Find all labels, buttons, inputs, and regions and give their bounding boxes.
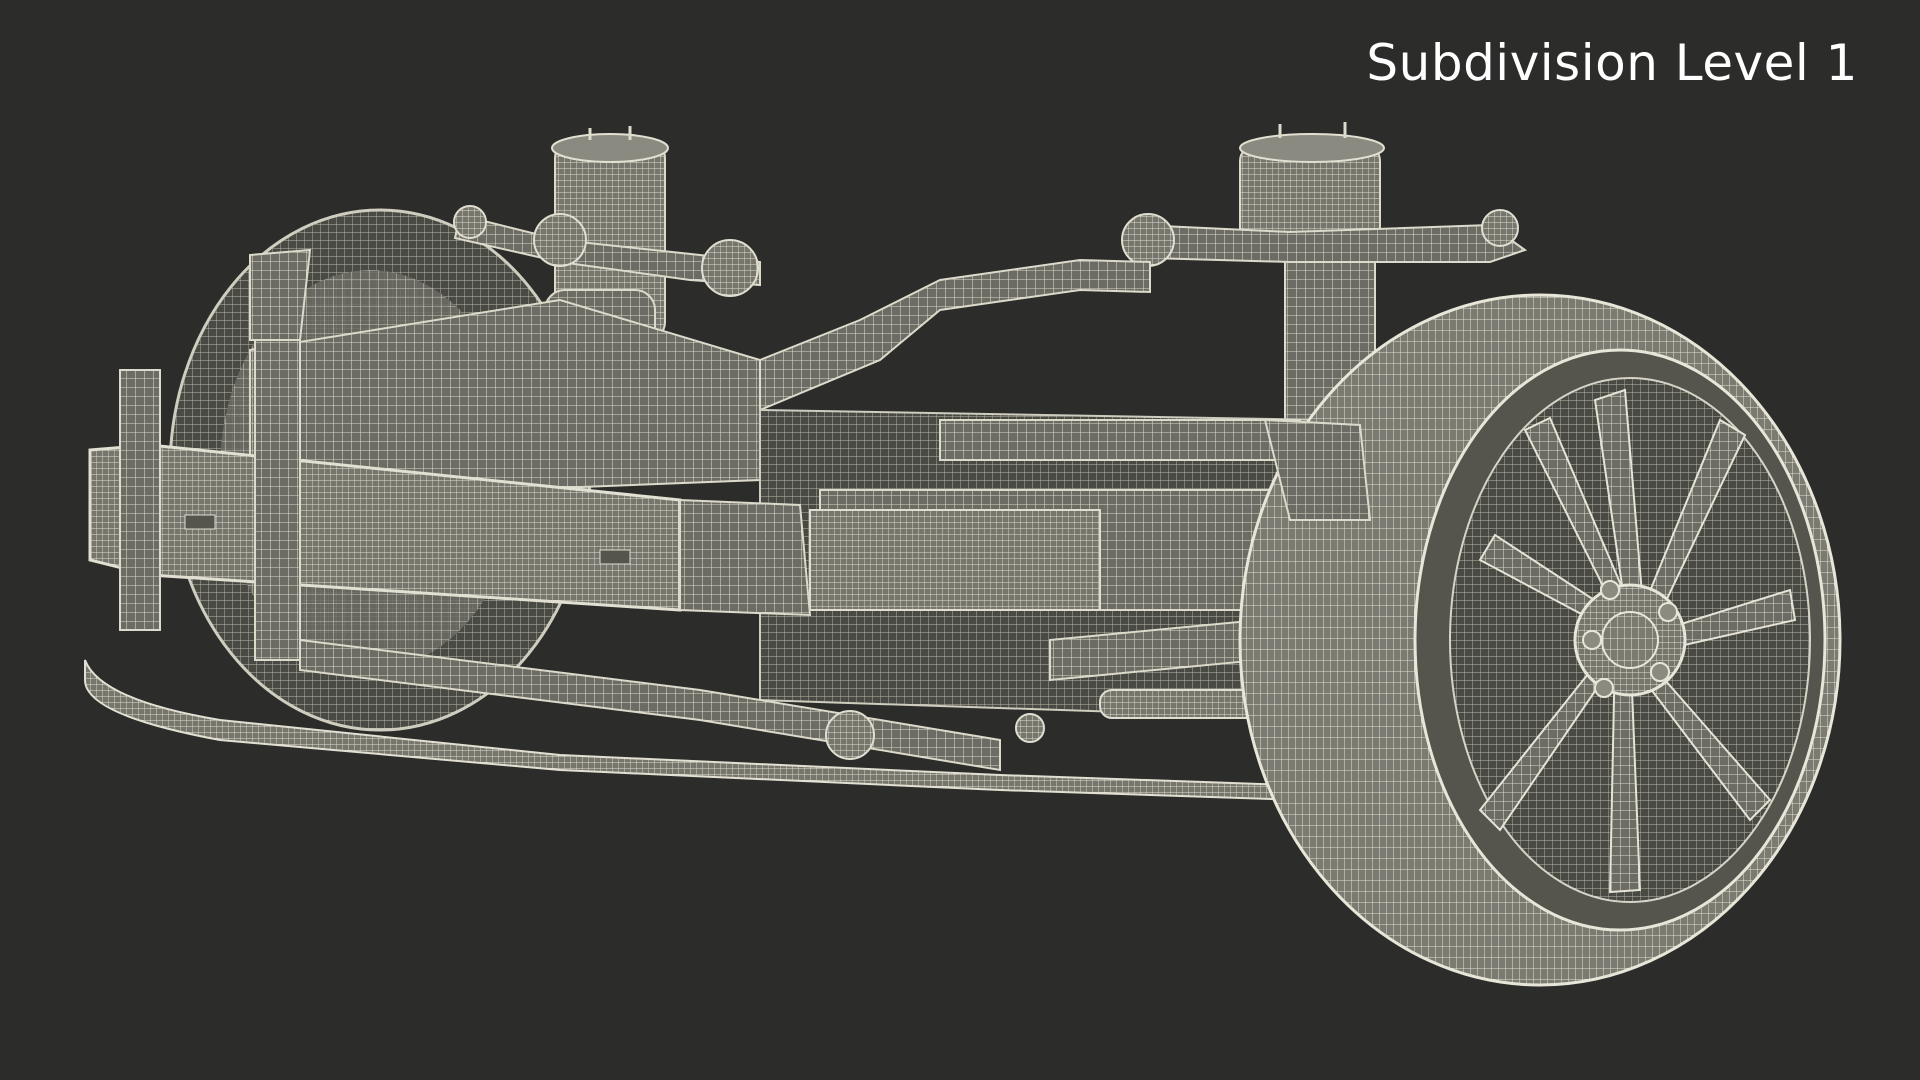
subdivision-level-label: Subdivision Level 1: [1366, 34, 1858, 92]
right-wheel: [1238, 293, 1842, 987]
suspension-model: [84, 122, 1842, 987]
render-viewport: [0, 0, 1920, 1080]
